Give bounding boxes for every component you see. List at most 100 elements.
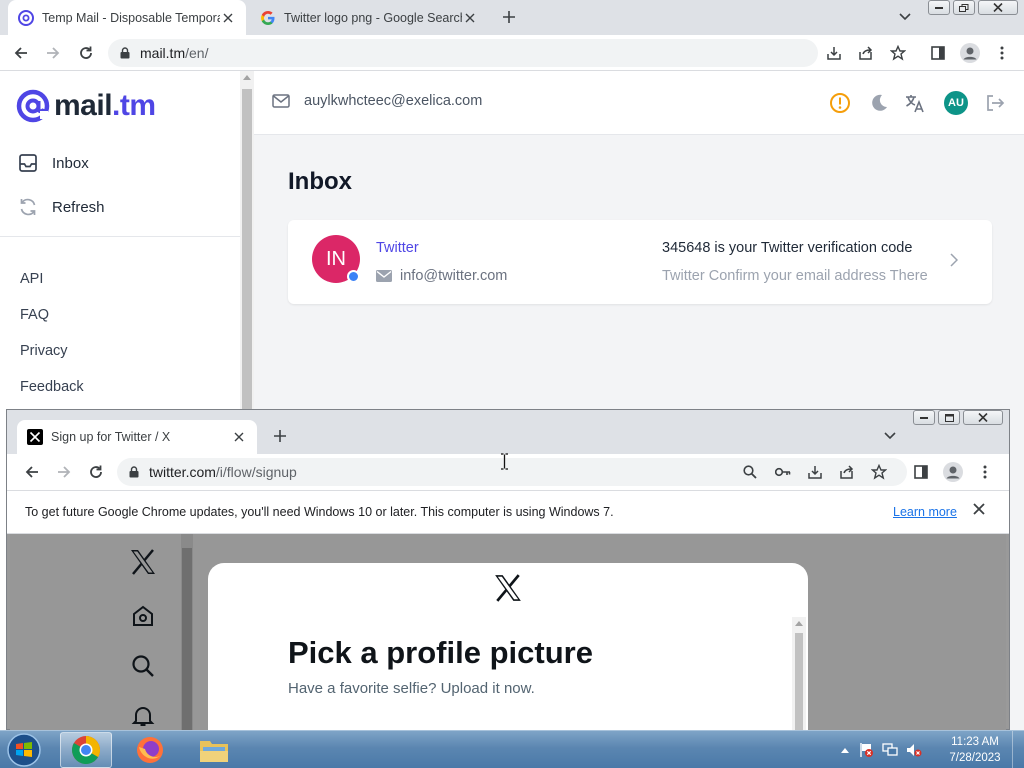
email-address: auylkwhcteec@exelica.com [304, 93, 483, 109]
back-button[interactable] [8, 40, 34, 66]
scroll-up-arrow-icon[interactable] [795, 621, 803, 626]
clock-date: 7/28/2023 [949, 752, 1001, 764]
tab-title: Temp Mail - Disposable Temporary Email [42, 10, 220, 25]
profile-avatar[interactable] [940, 459, 966, 485]
search-icon[interactable] [743, 465, 757, 479]
mailtm-header: auylkwhcteec@exelica.com AU [254, 71, 1024, 135]
sidebar-link-api[interactable]: API [20, 271, 43, 287]
sidebar-item-inbox[interactable]: Inbox [18, 153, 89, 173]
notifications-bell-icon[interactable] [127, 700, 159, 732]
new-tab-button[interactable] [497, 5, 521, 29]
sidebar-link-faq[interactable]: FAQ [20, 307, 49, 323]
sidebar-link-feedback[interactable]: Feedback [20, 379, 84, 395]
taskbar-explorer[interactable] [188, 732, 240, 768]
modal-title: Pick a profile picture [288, 635, 593, 670]
scroll-up-arrow-icon[interactable] [243, 75, 251, 80]
bookmark-star-icon[interactable] [885, 40, 911, 66]
minimize-button[interactable] [913, 410, 935, 425]
translate-icon[interactable] [902, 90, 928, 116]
message-sender: Twitter [376, 240, 419, 256]
sidebar-item-refresh[interactable]: Refresh [18, 197, 105, 217]
back-button[interactable] [19, 459, 45, 485]
at-sign-logo-icon [16, 89, 50, 123]
user-avatar[interactable]: AU [944, 91, 968, 115]
close-window-button[interactable] [963, 410, 1003, 425]
chrome-icon [71, 735, 101, 765]
tab-search-button[interactable] [893, 5, 917, 29]
side-panel-icon[interactable] [908, 459, 934, 485]
current-email[interactable]: auylkwhcteec@exelica.com [272, 93, 482, 109]
new-tab-button[interactable] [268, 424, 292, 448]
page-scrollbar[interactable] [181, 534, 193, 731]
close-tab-icon[interactable] [462, 10, 478, 26]
modal-subtitle: Have a favorite selfie? Upload it now. [288, 680, 535, 697]
scrollbar-thumb[interactable] [182, 548, 192, 731]
learn-more-link[interactable]: Learn more [893, 505, 957, 519]
reload-button[interactable] [83, 459, 109, 485]
close-infobar-icon[interactable] [973, 503, 985, 515]
url-text: twitter.com/i/flow/signup [149, 464, 297, 480]
close-tab-icon[interactable] [220, 10, 236, 26]
home-icon[interactable] [127, 600, 159, 632]
address-bar[interactable]: mail.tm/en/ [108, 39, 818, 67]
network-icon[interactable] [882, 742, 898, 758]
page-title: Inbox [288, 168, 352, 195]
message-list-item[interactable]: IN Twitter info@twitter.com 345648 is yo… [288, 220, 992, 304]
password-key-icon[interactable] [775, 466, 791, 478]
show-hidden-icons-icon[interactable] [840, 746, 850, 754]
profile-avatar[interactable] [957, 40, 983, 66]
sidebar-item-label: Refresh [52, 198, 105, 216]
show-desktop-button[interactable] [1012, 731, 1024, 768]
close-tab-icon[interactable] [231, 429, 247, 445]
inbox-tray-icon [18, 153, 38, 173]
start-button[interactable] [4, 732, 44, 768]
close-window-button[interactable] [978, 0, 1018, 15]
firefox-icon [135, 735, 165, 765]
x-logo-icon[interactable] [127, 546, 159, 578]
dark-mode-moon-icon[interactable] [866, 90, 892, 116]
bookmark-star-icon[interactable] [871, 464, 887, 480]
minimize-button[interactable] [928, 0, 950, 15]
warning-icon[interactable] [827, 90, 853, 116]
x-logo-icon [493, 574, 523, 602]
tab-search-button[interactable] [878, 424, 902, 448]
mailtm-favicon-icon [18, 9, 34, 26]
install-app-icon[interactable] [821, 40, 847, 66]
scrollbar-thumb[interactable] [795, 633, 803, 733]
restore-button[interactable] [953, 0, 975, 15]
tab-google-search[interactable]: Twitter logo png - Google Search [250, 0, 488, 35]
taskbar-firefox[interactable] [124, 732, 176, 768]
clock[interactable]: 11:23 AM 7/28/2023 [944, 734, 1006, 766]
url-path: /en/ [185, 45, 209, 61]
folder-icon [198, 736, 230, 764]
tab-title: Sign up for Twitter / X [51, 430, 171, 444]
side-panel-icon[interactable] [925, 40, 951, 66]
chevron-right-icon [950, 253, 958, 267]
mailtm-logo[interactable]: mail.tm [16, 89, 156, 123]
explore-search-icon[interactable] [127, 650, 159, 682]
forward-button[interactable] [40, 40, 66, 66]
tab-strip: Sign up for Twitter / X [7, 410, 1009, 454]
refresh-icon [18, 197, 38, 217]
url-path: /i/flow/signup [215, 464, 297, 480]
modal-scrollbar[interactable] [792, 617, 806, 733]
logout-icon[interactable] [982, 90, 1008, 116]
envelope-icon [272, 94, 290, 108]
tab-temp-mail[interactable]: Temp Mail - Disposable Temporary Email [8, 0, 246, 35]
tab-twitter-signup[interactable]: Sign up for Twitter / X [17, 420, 257, 454]
share-icon[interactable] [839, 464, 855, 480]
share-icon[interactable] [853, 40, 879, 66]
action-center-flag-icon[interactable] [858, 742, 874, 758]
taskbar-chrome[interactable] [60, 732, 112, 768]
update-infobar: To get future Google Chrome updates, you… [7, 490, 1009, 534]
maximize-button[interactable] [938, 410, 960, 425]
forward-button[interactable] [51, 459, 77, 485]
address-bar[interactable]: twitter.com/i/flow/signup [117, 458, 907, 486]
volume-muted-icon[interactable] [906, 742, 922, 758]
reload-button[interactable] [73, 40, 99, 66]
menu-kebab-icon[interactable] [972, 459, 998, 485]
install-app-icon[interactable] [807, 464, 823, 480]
menu-kebab-icon[interactable] [989, 40, 1015, 66]
unread-dot [347, 270, 360, 283]
sidebar-link-privacy[interactable]: Privacy [20, 343, 68, 359]
